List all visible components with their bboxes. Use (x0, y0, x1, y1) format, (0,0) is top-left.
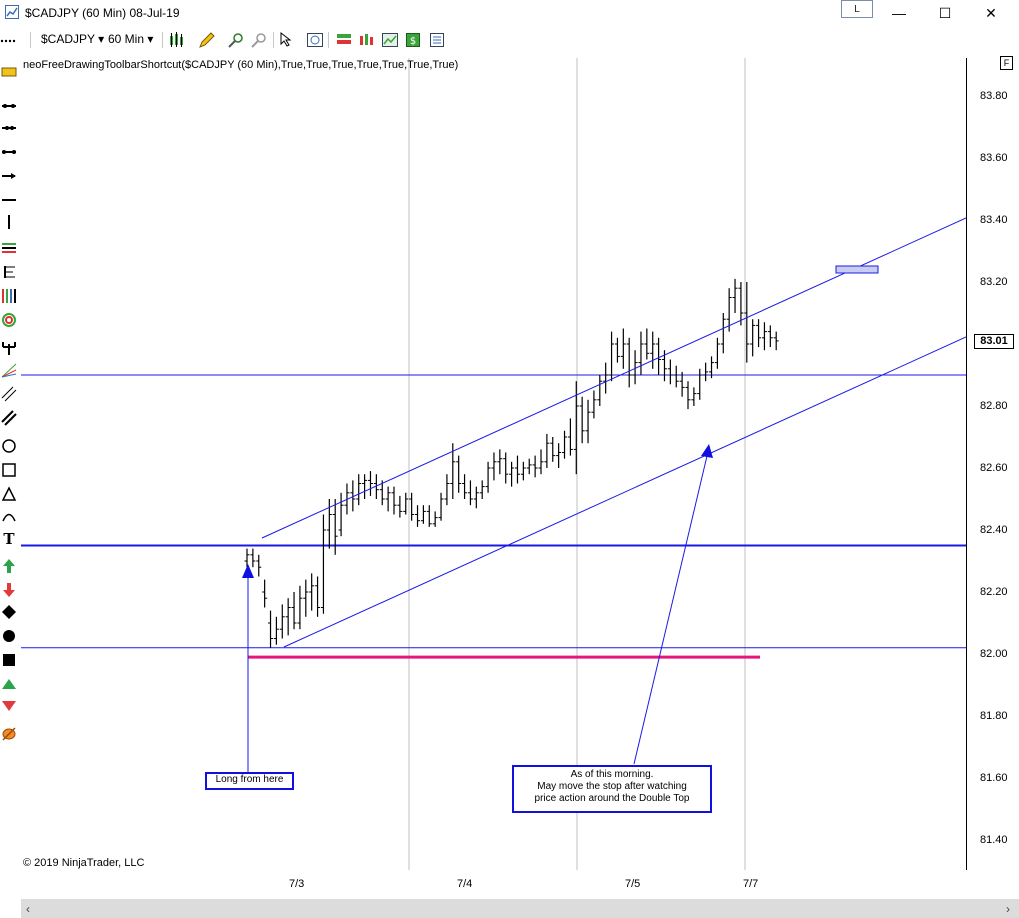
gann-fan-icon[interactable] (1, 362, 17, 378)
fibonacci-icon[interactable] (1, 240, 17, 256)
fib-extension-icon[interactable] (1, 264, 17, 280)
triangle-up-icon[interactable] (1, 676, 17, 692)
bar-type-icon[interactable] (168, 31, 186, 49)
triangle-icon[interactable] (1, 486, 17, 502)
toolbar-grip-icon (0, 39, 16, 43)
indicators-icon[interactable] (358, 31, 376, 49)
arc-icon[interactable] (1, 508, 17, 524)
interval-selector[interactable]: 60 Min ▾ (108, 32, 153, 46)
toolbar-separator (162, 32, 163, 48)
price-tick-label: 81.80 (980, 710, 1008, 722)
time-tick-label: 7/4 (457, 878, 473, 890)
title-bar: $CADJPY (60 Min) 08-Jul-19 L — ☐ ✕ (0, 0, 1019, 26)
note-arrow-head-icon (701, 444, 713, 458)
trend-channel-icon[interactable] (1, 410, 17, 426)
time-tick-label: 7/3 (289, 878, 305, 890)
strategies-icon[interactable] (335, 31, 353, 49)
chart-style-icon[interactable] (381, 31, 399, 49)
chart-app-icon (5, 5, 19, 19)
time-tick-label: 7/5 (625, 878, 641, 890)
arrow-line-icon[interactable] (1, 168, 17, 184)
triangle-down-icon[interactable] (1, 698, 17, 714)
instrument-label: $CADJPY (41, 32, 95, 46)
horizontal-line-icon[interactable] (1, 192, 17, 208)
price-axis-line (966, 58, 967, 870)
price-axis[interactable]: F 83.80 83.60 83.40 83.20 82.80 82.60 82… (966, 56, 1019, 870)
horizontal-scrollbar[interactable]: ‹ › (21, 899, 1019, 918)
data-box-icon[interactable] (306, 31, 324, 49)
chart-panel[interactable] (21, 58, 966, 870)
channel-lower-line (283, 336, 966, 648)
scroll-left-icon[interactable]: ‹ (21, 899, 35, 918)
pointer-icon[interactable] (278, 31, 296, 49)
extended-line-icon[interactable] (1, 120, 17, 136)
arrow-up-icon[interactable] (1, 558, 17, 574)
window-title: $CADJPY (60 Min) 08-Jul-19 (25, 6, 180, 20)
long-note-text: Long from here (215, 774, 284, 785)
pencil-icon[interactable] (198, 31, 216, 49)
price-tick-label: 82.20 (980, 586, 1008, 598)
text-icon[interactable]: T (1, 530, 17, 546)
price-chart[interactable] (21, 58, 966, 870)
interval-label: 60 Min (108, 32, 145, 46)
morning-note-line-3: price action around the Double Top (534, 793, 690, 804)
fib-circle-icon[interactable] (1, 312, 17, 328)
toolbar-separator (328, 32, 329, 48)
scroll-right-icon[interactable]: › (1001, 899, 1015, 918)
toolbar-separator (30, 32, 31, 48)
link-button[interactable]: L (841, 0, 873, 18)
morning-note-line-2: May move the stop after watching (537, 781, 687, 792)
price-tick-label: 83.80 (980, 90, 1008, 102)
zoom-in-icon[interactable] (227, 31, 245, 49)
note-arrow-line (633, 455, 708, 765)
regression-channel-icon[interactable] (1, 386, 17, 402)
chart-toolbar: $CADJPY ▾ 60 Min ▾ $ (0, 28, 1019, 52)
morning-note[interactable]: As of this morning. May move the stop af… (512, 765, 712, 813)
toolbar-separator (273, 32, 274, 48)
axis-format-button[interactable]: F (1000, 56, 1013, 70)
price-tick-label: 83.40 (980, 214, 1008, 226)
diamond-icon[interactable] (1, 604, 17, 620)
price-tick-label: 82.80 (980, 400, 1008, 412)
ellipse-icon[interactable] (1, 438, 17, 454)
line-icon[interactable] (1, 144, 17, 160)
ruler-icon[interactable] (1, 64, 17, 80)
drawing-tools-sidebar: T (0, 52, 20, 752)
long-arrow-head-icon (242, 564, 254, 578)
time-tick-label: 7/7 (743, 878, 759, 890)
instrument-selector[interactable]: $CADJPY ▾ (41, 32, 104, 46)
fib-time-icon[interactable] (1, 288, 17, 304)
properties-icon[interactable] (428, 31, 446, 49)
price-tick-label: 83.60 (980, 152, 1008, 164)
price-tick-label: 81.60 (980, 772, 1008, 784)
indicator-label: neoFreeDrawingToolbarShortcut($CADJPY (6… (23, 59, 459, 71)
minimize-button[interactable]: — (876, 0, 922, 26)
long-from-here-note[interactable]: Long from here (205, 772, 294, 790)
arrow-down-icon[interactable] (1, 582, 17, 598)
pitchfork-icon[interactable] (1, 340, 17, 356)
money-icon[interactable]: $ (404, 31, 422, 49)
price-tick-label: 82.00 (980, 648, 1008, 660)
morning-note-line-1: As of this morning. (570, 769, 654, 780)
price-tick-label: 83.20 (980, 276, 1008, 288)
price-tick-label: 81.40 (980, 834, 1008, 846)
price-tick-label: 82.60 (980, 462, 1008, 474)
maximize-button[interactable]: ☐ (922, 0, 968, 26)
double-top-marker (835, 265, 879, 274)
square-icon[interactable] (1, 652, 17, 668)
close-button[interactable]: ✕ (968, 0, 1014, 26)
zoom-out-icon[interactable] (250, 31, 268, 49)
dot-icon[interactable] (1, 628, 17, 644)
price-tick-label: 82.40 (980, 524, 1008, 536)
rectangle-icon[interactable] (1, 462, 17, 478)
svg-text:T: T (3, 530, 15, 546)
ray-line-icon[interactable] (1, 98, 17, 114)
last-price-marker: 83.01 (974, 334, 1014, 349)
svg-text:$: $ (410, 36, 416, 47)
vertical-line-icon[interactable] (1, 214, 17, 230)
copyright-text: © 2019 NinjaTrader, LLC (23, 857, 145, 869)
remove-drawings-icon[interactable] (1, 726, 17, 742)
